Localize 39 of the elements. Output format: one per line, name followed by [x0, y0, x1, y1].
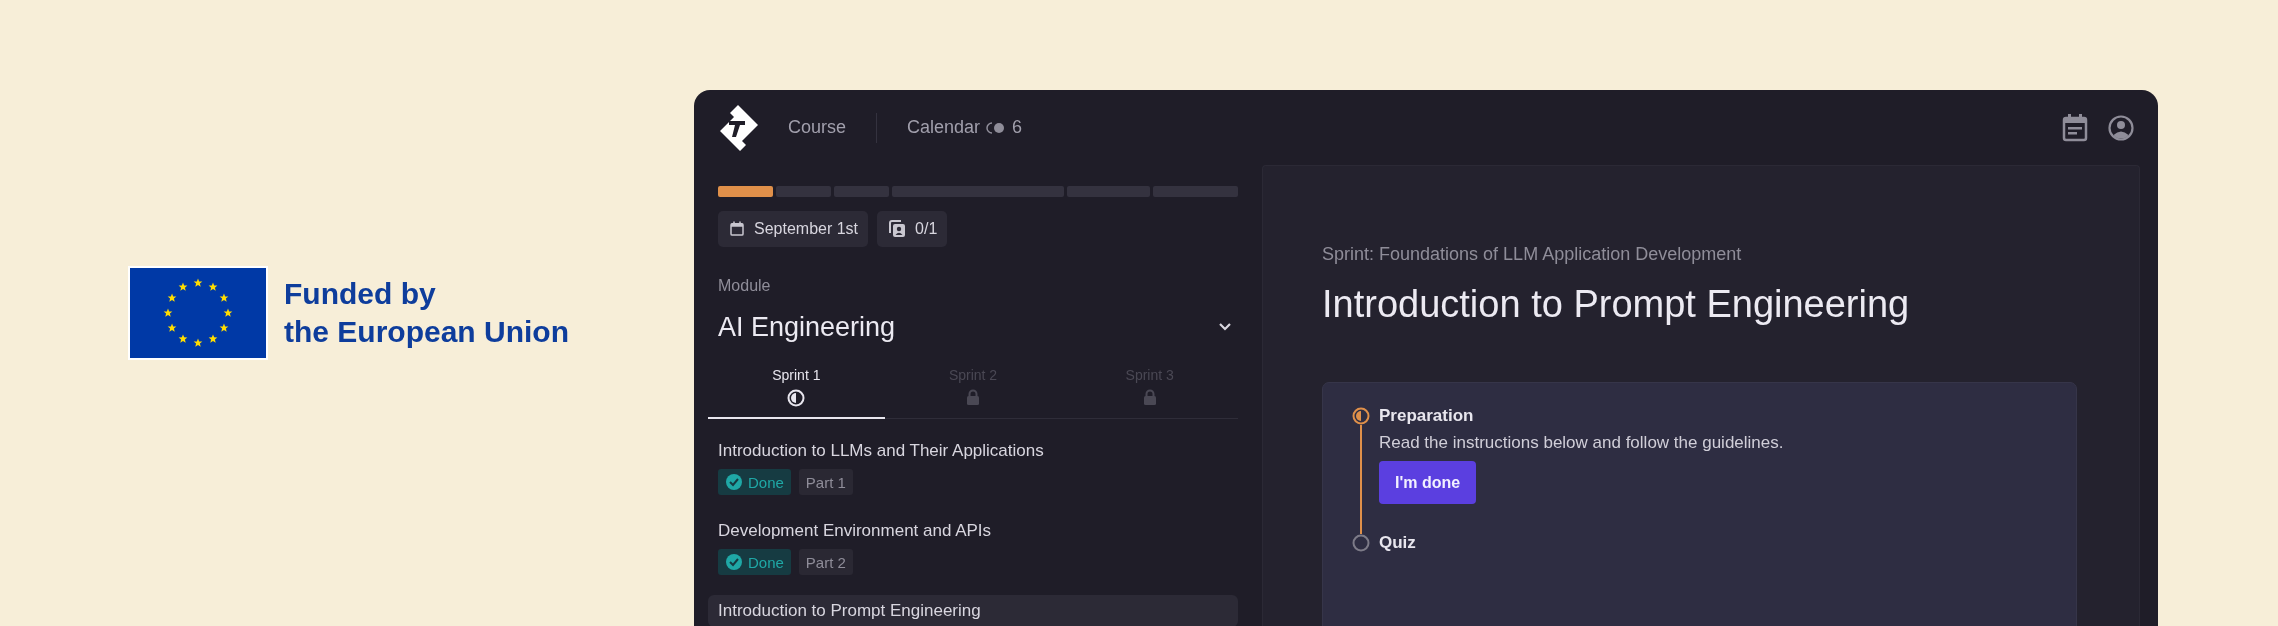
- count-text: 6: [1012, 117, 1023, 138]
- module-label: Module: [718, 277, 772, 295]
- check-circle-icon: [725, 553, 743, 571]
- lesson-title: Development Environment and APIs: [718, 521, 993, 541]
- lesson-item[interactable]: Introduction to LLMs and Their Applications Done Part 1: [708, 435, 1238, 501]
- half-circle-icon: [787, 389, 806, 407]
- funding-text-line: Funded by: [284, 276, 437, 312]
- check-circle-icon: [725, 473, 743, 491]
- eu-flag-icon: [128, 266, 268, 360]
- assignment-chip: 0/1: [877, 211, 948, 247]
- lock-icon: [966, 389, 980, 405]
- done-button[interactable]: I'm done: [1379, 461, 1477, 504]
- part-badge: Part 2: [798, 549, 853, 575]
- calendar-notes-icon[interactable]: [2062, 113, 2088, 142]
- date-chip: September 1st: [718, 211, 869, 247]
- module-select[interactable]: AI Engineering: [718, 311, 896, 343]
- lesson-title: Introduction to LLMs and Their Applications: [718, 441, 1045, 461]
- chevron-down-icon[interactable]: [1218, 322, 1232, 332]
- part-badge: Part 1: [798, 469, 853, 495]
- done-badge: Done: [718, 549, 791, 575]
- breadcrumb-text: Sprint: Foundations of LLM Application Development: [1322, 244, 1743, 265]
- step-title: Quiz: [1379, 534, 1416, 552]
- logo-icon[interactable]: [718, 104, 758, 151]
- nav-link[interactable]: Course: [758, 117, 877, 138]
- toggle-icon[interactable]: [986, 121, 1007, 134]
- lesson-item-highlight[interactable]: Introduction to Prompt Engineering: [708, 595, 1238, 626]
- calendar-icon: [728, 220, 746, 238]
- account-icon[interactable]: [2108, 114, 2134, 141]
- assignment-icon: [887, 219, 908, 239]
- lesson-title: Introduction to Prompt Engineering: [718, 601, 982, 621]
- lesson-item[interactable]: Development Environment and APIs Done Part 2: [708, 515, 1238, 581]
- funding-text-line: the European Union: [284, 314, 569, 350]
- done-badge: Done: [718, 469, 791, 495]
- sprint-tab[interactable]: Sprint 1: [708, 361, 885, 419]
- nav-link[interactable]: Calendar: [907, 117, 981, 138]
- step-title: Preparation: [1379, 407, 1475, 425]
- lesson-heading: Introduction to Prompt Engineering: [1322, 283, 1911, 326]
- step-description: Read the instructions below and follow the guidelines.: [1379, 433, 1784, 453]
- lock-icon: [1142, 389, 1157, 405]
